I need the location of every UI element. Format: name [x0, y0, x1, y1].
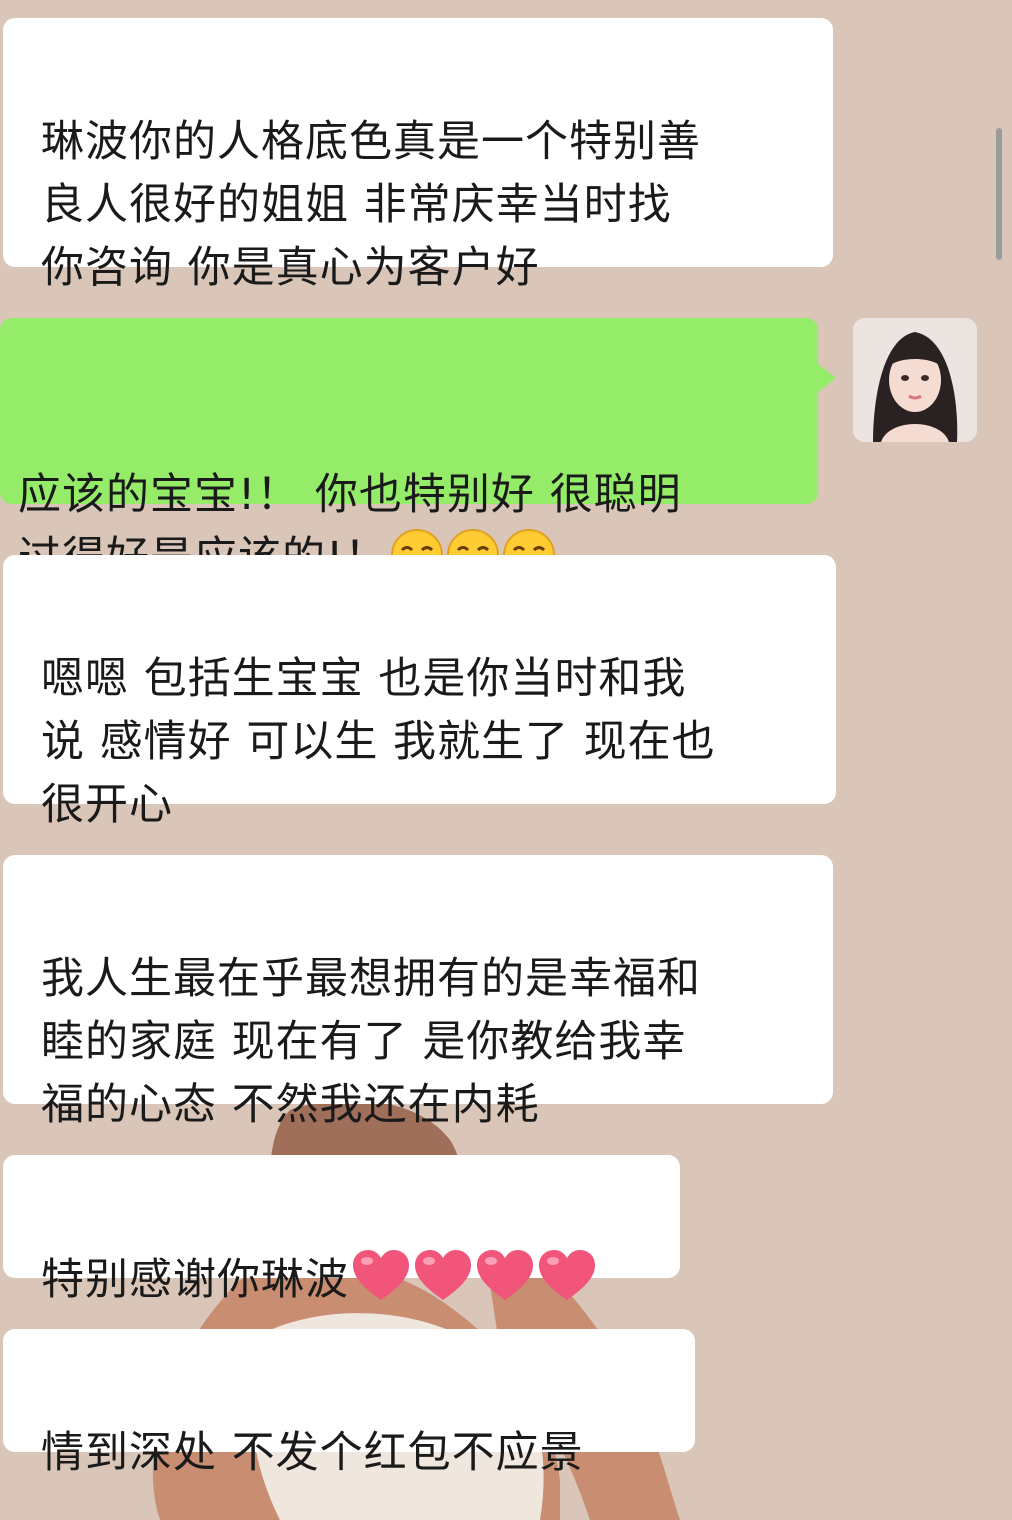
incoming-message-bubble[interactable]: 我人生最在乎最想拥有的是幸福和 睦的家庭 现在有了 是你教给我幸 福的心态 不然…	[3, 855, 833, 1130]
message-text: 琳波你的人格底色真是一个特别善 良人很好的姐姐 非常庆幸当时找 你咨询 你是真心…	[41, 117, 701, 293]
message-text: 情到深处 不发个红包不应景	[41, 1428, 584, 1478]
outgoing-message-bubble[interactable]: 应该的宝宝!！ 你也特别好 很聪明 过得好是应该的!！	[0, 318, 836, 583]
avatar-photo-icon	[853, 318, 977, 442]
message-text: 嗯嗯 包括生宝宝 也是你当时和我 说 感情好 可以生 我就生了 现在也 很开心	[41, 654, 716, 830]
avatar[interactable]	[853, 318, 977, 442]
incoming-message-bubble[interactable]: 琳波你的人格底色真是一个特别善 良人很好的姐姐 非常庆幸当时找 你咨询 你是真心…	[3, 18, 833, 293]
incoming-message-bubble[interactable]: 嗯嗯 包括生宝宝 也是你当时和我 说 感情好 可以生 我就生了 现在也 很开心	[3, 555, 836, 830]
heart-icon	[539, 1250, 595, 1300]
heart-icon	[415, 1250, 471, 1300]
incoming-message-bubble[interactable]: 情到深处 不发个红包不应景	[3, 1329, 695, 1478]
incoming-message-bubble[interactable]: 特别感谢你琳波	[3, 1155, 680, 1305]
heart-emoji-group	[349, 1250, 597, 1305]
heart-icon	[353, 1250, 409, 1300]
message-text: 我人生最在乎最想拥有的是幸福和 睦的家庭 现在有了 是你教给我幸 福的心态 不然…	[41, 954, 701, 1130]
bubble-tail	[818, 364, 836, 392]
message-text: 特别感谢你琳波	[41, 1255, 349, 1305]
scrollbar[interactable]	[996, 128, 1002, 260]
heart-icon	[477, 1250, 533, 1300]
